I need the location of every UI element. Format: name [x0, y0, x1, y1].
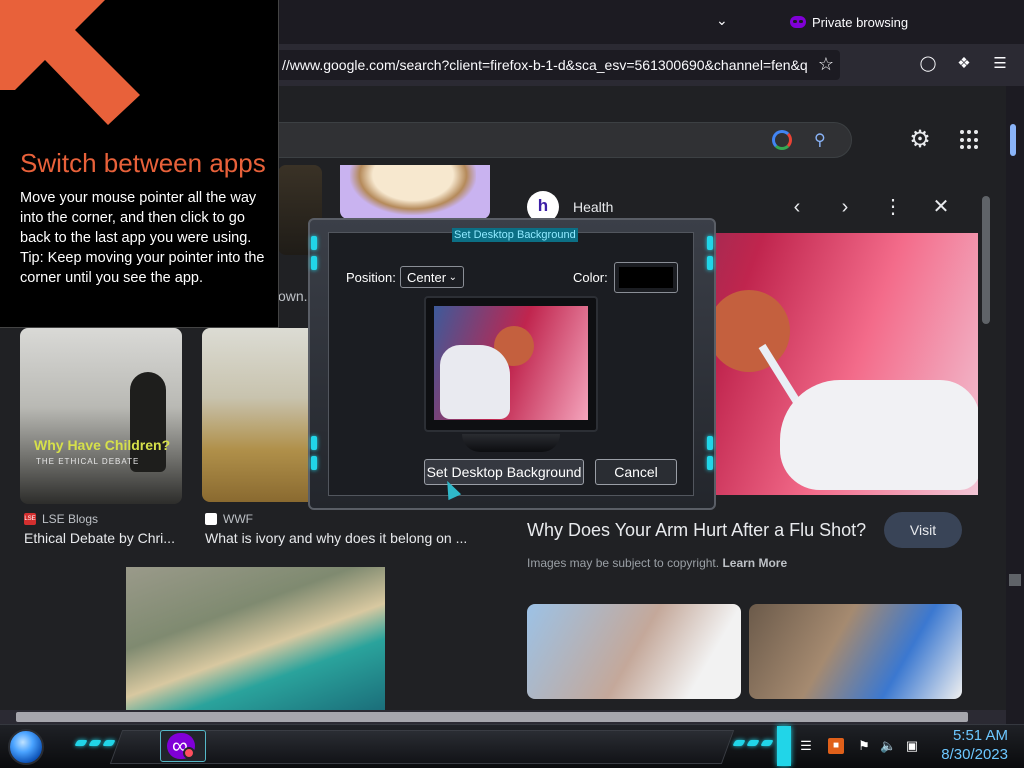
result-source-wwf[interactable]: WWF	[205, 512, 253, 526]
panel-scrollbar-thumb[interactable]	[982, 196, 990, 324]
menu-icon[interactable]: ☰	[990, 54, 1010, 74]
google-lens-icon[interactable]	[772, 130, 792, 150]
chevron-down-icon: ⌄	[448, 271, 457, 283]
switch-apps-tip-text: Tip: Keep moving your pointer into the c…	[20, 250, 265, 286]
related-image-1[interactable]	[527, 604, 741, 699]
tray-app-icon[interactable]: ■	[828, 738, 844, 754]
network-icon[interactable]: ▣	[904, 738, 920, 754]
wwf-favicon-icon	[205, 513, 217, 525]
color-swatch-fill	[619, 267, 673, 288]
frame-glow-right-4	[707, 456, 713, 470]
clock-time[interactable]: 5:51 AM	[936, 727, 1008, 744]
learn-more-link[interactable]: Learn More	[722, 556, 787, 570]
chevron-right-icon[interactable]: ›	[833, 195, 857, 219]
position-label: Position:	[346, 270, 396, 285]
result-image-subtitle: THE ETHICAL DEBATE	[36, 457, 140, 466]
page-scrollbar-marker[interactable]	[1009, 574, 1021, 586]
action-center-flag-icon[interactable]: ⚑	[856, 738, 872, 754]
horizontal-scrollbar-thumb[interactable]	[16, 712, 968, 722]
frame-glow-left-3	[311, 436, 317, 450]
volume-icon[interactable]: 🔈	[880, 738, 896, 754]
page-vertical-scrollbar[interactable]	[1006, 86, 1024, 710]
result-image-cake[interactable]	[350, 165, 476, 215]
clock-date[interactable]: 8/30/2023	[932, 746, 1008, 763]
switch-apps-instructions: Move your mouse pointer all the way into…	[20, 190, 257, 246]
search-icon[interactable]: ⚲	[814, 130, 832, 149]
extensions-icon[interactable]: ❖	[954, 54, 974, 74]
monitor-stand	[462, 434, 560, 452]
result-source-lse[interactable]: LSE LSE Blogs	[24, 512, 98, 526]
cancel-button[interactable]: Cancel	[595, 459, 677, 485]
chevron-left-icon[interactable]: ‹	[785, 195, 809, 219]
close-icon[interactable]: ✕	[929, 195, 953, 219]
corner-arrow-icon	[0, 0, 140, 125]
dialog-title: Set Desktop Background	[452, 228, 578, 242]
panel-source-name[interactable]: Health	[573, 199, 613, 215]
firefox-badge-icon	[183, 747, 195, 759]
lse-favicon-icon: LSE	[24, 513, 36, 525]
visit-button[interactable]: Visit	[884, 512, 962, 548]
result-image-aerial-coast[interactable]	[126, 567, 385, 710]
frame-glow-left-4	[311, 456, 317, 470]
google-search-box[interactable]	[240, 122, 852, 158]
google-apps-icon[interactable]	[960, 130, 980, 150]
result-image-wwf[interactable]	[202, 328, 318, 502]
show-desktop-bar[interactable]	[777, 726, 791, 766]
frame-glow-right-3	[707, 436, 713, 450]
frame-glow-right-2	[707, 256, 713, 270]
frame-glow-left-2	[311, 256, 317, 270]
switch-apps-title: Switch between apps	[20, 148, 266, 178]
frame-glow-left-1	[311, 236, 317, 250]
panel-title[interactable]: Why Does Your Arm Hurt After a Flu Shot?	[527, 520, 866, 541]
preview-image-bandage	[708, 290, 790, 372]
settings-gear-icon[interactable]: ⚙	[908, 128, 932, 152]
address-bar-url[interactable]: //www.google.com/search?client=firefox-b…	[282, 57, 812, 75]
result-source-name: LSE Blogs	[42, 512, 99, 526]
private-mask-icon	[790, 16, 806, 28]
result-image-title: Why Have Children?	[34, 437, 171, 453]
pocket-icon[interactable]: ◯	[918, 54, 938, 74]
private-browsing-label: Private browsing	[812, 14, 909, 30]
bookmark-star-icon[interactable]: ☆	[816, 54, 836, 74]
private-browsing-indicator: Private browsing	[790, 12, 908, 32]
color-label: Color:	[573, 270, 608, 285]
result-title-lse[interactable]: Ethical Debate by Chri...	[24, 530, 180, 546]
switch-apps-body: Move your mouse pointer all the way into…	[20, 188, 265, 288]
copyright-notice: Images may be subject to copyright. Lear…	[527, 556, 787, 570]
start-button[interactable]	[8, 729, 44, 765]
page-scrollbar-thumb[interactable]	[1010, 124, 1016, 156]
tray-overflow-icon[interactable]: ☰	[798, 738, 814, 754]
related-image-2[interactable]	[749, 604, 962, 699]
position-dropdown[interactable]: Center ⌄	[400, 266, 464, 288]
preview-glove	[440, 345, 510, 419]
position-value: Center	[407, 269, 447, 285]
color-picker-button[interactable]	[614, 262, 678, 293]
list-all-tabs-icon[interactable]: ⌄	[716, 12, 734, 30]
preview-image-glove	[780, 380, 980, 490]
frame-glow-right-1	[707, 236, 713, 250]
result-source-name: WWF	[223, 512, 253, 526]
result-title-wwf[interactable]: What is ivory and why does it belong on …	[205, 530, 477, 546]
copyright-text: Images may be subject to copyright.	[527, 556, 720, 570]
more-options-icon[interactable]: ⋮	[881, 195, 905, 219]
